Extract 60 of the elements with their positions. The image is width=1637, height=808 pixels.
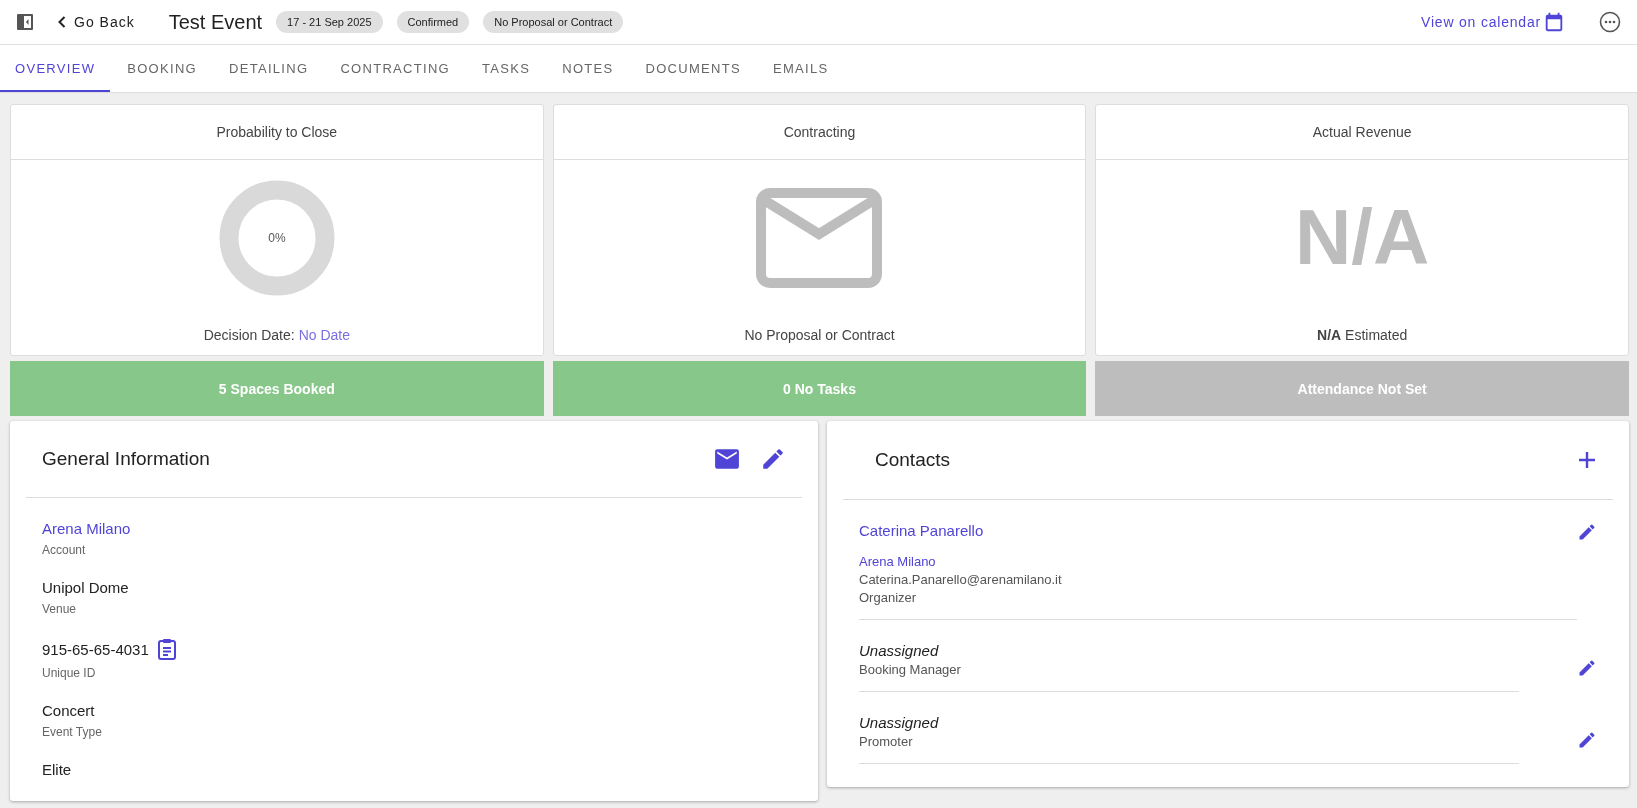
- edit-contact-button[interactable]: [1577, 522, 1597, 542]
- pencil-icon: [1577, 658, 1597, 678]
- edit-icon[interactable]: [760, 446, 786, 472]
- view-on-calendar-link[interactable]: View on calendar: [1421, 11, 1565, 33]
- chevron-left-icon: [58, 16, 66, 28]
- status-bar: 0 No Tasks: [552, 361, 1087, 416]
- add-icon[interactable]: [1577, 450, 1597, 470]
- status-chip: Confirmed: [396, 11, 470, 33]
- field-label: Unique ID: [42, 666, 97, 680]
- contact-role: Organizer: [859, 590, 918, 605]
- field-value: Elite: [42, 761, 72, 778]
- contact-name: Unassigned: [859, 642, 940, 659]
- more-options-icon[interactable]: [1599, 11, 1621, 33]
- probability-value: 0%: [268, 230, 286, 245]
- email-icon[interactable]: [714, 448, 740, 470]
- go-back-button[interactable]: Go Back: [48, 14, 155, 30]
- pencil-icon: [1577, 730, 1597, 750]
- tab[interactable]: DOCUMENTS: [630, 45, 756, 92]
- event-title: Test Event: [168, 10, 263, 34]
- contact-role: Booking Manager: [859, 662, 962, 677]
- field-label: Event Type: [42, 725, 103, 739]
- revenue-value: N/A: [1295, 192, 1430, 283]
- decision-date-label: Decision Date:: [203, 327, 295, 343]
- tab[interactable]: EMAILS: [758, 45, 844, 92]
- sidebar-toggle-icon[interactable]: [16, 13, 34, 31]
- edit-contact-button[interactable]: [1577, 658, 1597, 678]
- status-bar: Attendance Not Set: [1095, 361, 1629, 416]
- field-label: Venue: [42, 602, 78, 616]
- contact-name: Unassigned: [859, 714, 940, 731]
- card-title: Probability to Close: [216, 124, 338, 140]
- tab[interactable]: CONTRACTING: [325, 45, 466, 92]
- clipboard-icon[interactable]: [156, 638, 177, 660]
- panel-title: Contacts: [875, 449, 951, 471]
- edit-contact-button[interactable]: [1577, 730, 1597, 750]
- tab[interactable]: NOTES: [547, 45, 629, 92]
- contact-account-link[interactable]: Arena Milano: [859, 554, 1577, 569]
- status-chip: 17 - 21 Sep 2025: [276, 11, 383, 33]
- contact-email: Caterina.Panarello@arenamilano.it: [859, 572, 1063, 587]
- field-value: Concert: [42, 702, 95, 719]
- contact-role: Promoter: [859, 734, 914, 749]
- contact-name-link[interactable]: Caterina Panarello: [859, 522, 1577, 539]
- card-title: Actual Revenue: [1312, 124, 1412, 140]
- panel-title: General Information: [42, 448, 211, 470]
- status-bar: 5 Spaces Booked: [10, 361, 544, 416]
- tab[interactable]: BOOKING: [112, 45, 212, 92]
- status-chip: No Proposal or Contract: [483, 11, 624, 33]
- tab[interactable]: TASKS: [467, 45, 546, 92]
- field-label: Account: [42, 543, 87, 557]
- tab[interactable]: DETAILING: [214, 45, 324, 92]
- card-title: Contracting: [783, 124, 856, 140]
- tab[interactable]: OVERVIEW: [0, 45, 111, 92]
- pencil-icon: [1577, 522, 1597, 542]
- decision-date-link[interactable]: No Date: [298, 327, 351, 343]
- envelope-icon: [756, 187, 883, 288]
- field-value: 915-65-65-4031: [42, 640, 149, 658]
- contracting-status: No Proposal or Contract: [744, 327, 895, 343]
- estimated-revenue: N/A Estimated: [1317, 327, 1408, 343]
- field-value: Unipol Dome: [42, 579, 129, 596]
- calendar-icon: [1543, 11, 1565, 33]
- account-link[interactable]: Arena Milano: [42, 520, 131, 537]
